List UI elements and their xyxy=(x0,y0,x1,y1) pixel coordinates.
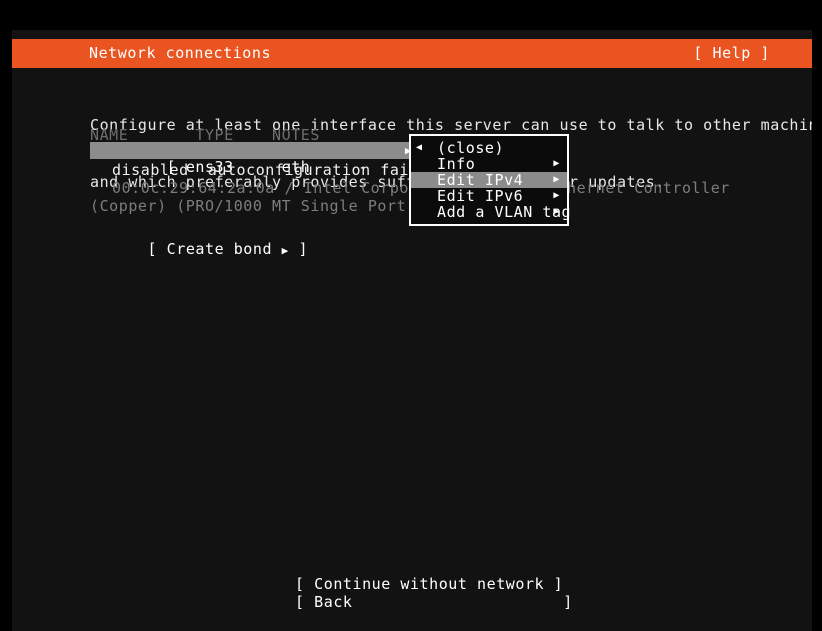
back-button[interactable]: [ Back ] xyxy=(295,593,573,611)
interface-status: disabled autoconfiguration failed xyxy=(112,161,438,179)
page-title: Network connections xyxy=(89,44,272,62)
menu-item-label: Edit IPv4 xyxy=(437,171,524,189)
create-bond-button[interactable]: [ Create bond ▶ ] xyxy=(90,222,308,276)
create-bond-label: [ Create bond xyxy=(147,240,273,258)
menu-item-edit-ipv6[interactable]: Edit IPv6 ▶ xyxy=(411,188,567,204)
terminal-screen: Network connections [ Help ] Configure a… xyxy=(0,0,822,631)
chevron-left-icon: ◀ xyxy=(416,142,423,153)
chevron-right-icon: ▶ xyxy=(553,158,560,169)
chevron-right-icon: ▶ xyxy=(553,206,560,217)
interface-hardware-tail: hernet Controller xyxy=(567,179,730,197)
chevron-right-icon: ▶ xyxy=(553,190,560,201)
continue-without-network-button[interactable]: [ Continue without network ] xyxy=(295,575,573,593)
chevron-right-icon: ▶ xyxy=(281,244,289,257)
menu-item-edit-ipv4[interactable]: Edit IPv4 ▶ xyxy=(411,172,567,188)
menu-item-close[interactable]: ◀ (close) xyxy=(411,140,567,156)
installer-console: Network connections [ Help ] Configure a… xyxy=(12,30,812,631)
menu-item-label: Info xyxy=(437,155,476,173)
menu-item-add-vlan-tag[interactable]: Add a VLAN tag ▶ xyxy=(411,204,571,220)
help-button[interactable]: [ Help ] xyxy=(693,39,770,68)
table-row[interactable]: [ ens33 eth - ▶ xyxy=(90,142,418,176)
interface-context-menu: ◀ (close) Info ▶ Edit IPv4 ▶ Edit IPv6 ▶… xyxy=(409,134,571,226)
menu-item-label: Edit IPv6 xyxy=(437,187,524,205)
menu-item-info[interactable]: Info ▶ xyxy=(411,156,567,172)
footer-actions: [ Continue without network ] [ Back ] xyxy=(295,575,573,611)
chevron-right-icon: ▶ xyxy=(553,174,560,185)
menu-item-label: (close) xyxy=(437,139,505,157)
create-bond-bracket: ] xyxy=(298,240,309,258)
menu-item-label: Add a VLAN tag xyxy=(437,203,572,221)
header-bar: Network connections [ Help ] xyxy=(12,39,812,68)
interface-hardware-line-2: (Copper) (PRO/1000 MT Single Port Adapt xyxy=(90,197,464,215)
